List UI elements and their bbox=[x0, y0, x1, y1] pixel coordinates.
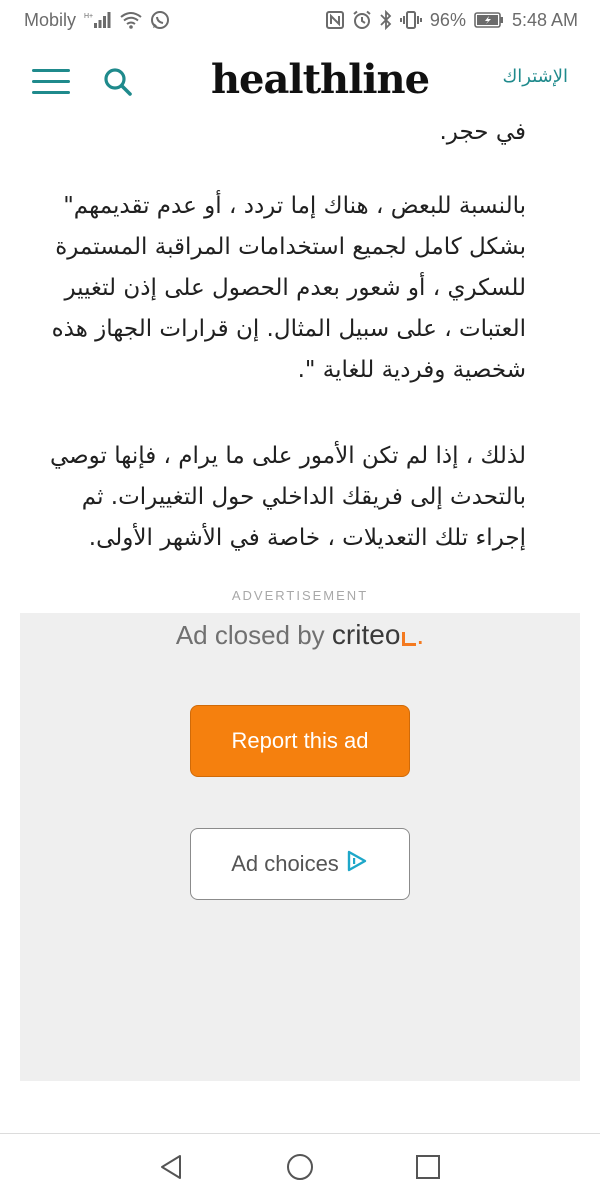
article-paragraph: في حجر. bbox=[439, 122, 526, 145]
status-left: Mobily H+ bbox=[24, 10, 170, 31]
signal-icon: H+ bbox=[84, 11, 112, 29]
subscribe-link[interactable]: الإشتراك bbox=[502, 66, 568, 87]
wifi-icon bbox=[120, 11, 142, 29]
back-icon[interactable] bbox=[156, 1152, 186, 1182]
clock-time: 5:48 AM bbox=[511, 9, 578, 30]
alarm-icon bbox=[352, 10, 372, 30]
ad-closed-text: Ad closed by bbox=[175, 620, 325, 650]
whatsapp-icon bbox=[150, 10, 170, 30]
report-ad-label: Report this ad bbox=[231, 728, 369, 753]
ad-choices-button[interactable]: Ad choices bbox=[190, 828, 410, 900]
article-paragraph: لذلك ، إذا لم تكن الأمور على ما يرام ، ف… bbox=[49, 443, 526, 551]
site-header: healthline الإشتراك bbox=[0, 40, 600, 122]
battery-percent: 96% bbox=[429, 9, 466, 30]
home-icon[interactable] bbox=[285, 1152, 315, 1182]
status-bar: Mobily H+ 96% 5:48 AM bbox=[0, 0, 600, 40]
ad-choices-label: Ad choices bbox=[231, 851, 339, 876]
recents-icon[interactable] bbox=[413, 1152, 443, 1182]
bluetooth-icon bbox=[380, 10, 392, 30]
system-nav-bar bbox=[0, 1134, 600, 1200]
criteo-logo: criteo. bbox=[331, 619, 425, 650]
healthline-logo[interactable]: healthline bbox=[200, 56, 440, 103]
article-paragraph: بالنسبة للبعض ، هناك إما تردد ، أو عدم ت… bbox=[51, 193, 526, 383]
ad-container: Ad closed by criteo. Report this ad Ad c… bbox=[20, 613, 580, 1081]
article-body: في حجر. بالنسبة للبعض ، هناك إما تردد ، … bbox=[0, 122, 600, 582]
search-icon[interactable] bbox=[100, 64, 136, 100]
hamburger-menu-icon[interactable] bbox=[32, 66, 72, 98]
ad-closed-notice: Ad closed by criteo. bbox=[20, 619, 580, 651]
status-right: 96% 5:48 AM bbox=[325, 9, 578, 31]
advertisement-label: ADVERTISEMENT bbox=[231, 588, 369, 603]
svg-text:H+: H+ bbox=[84, 13, 93, 20]
ad-choices-icon bbox=[345, 849, 369, 879]
battery-icon bbox=[474, 12, 504, 28]
carrier-name: Mobily bbox=[24, 9, 77, 30]
vibrate-icon bbox=[399, 10, 422, 30]
report-ad-button[interactable]: Report this ad bbox=[190, 705, 410, 777]
nfc-icon bbox=[325, 11, 344, 29]
